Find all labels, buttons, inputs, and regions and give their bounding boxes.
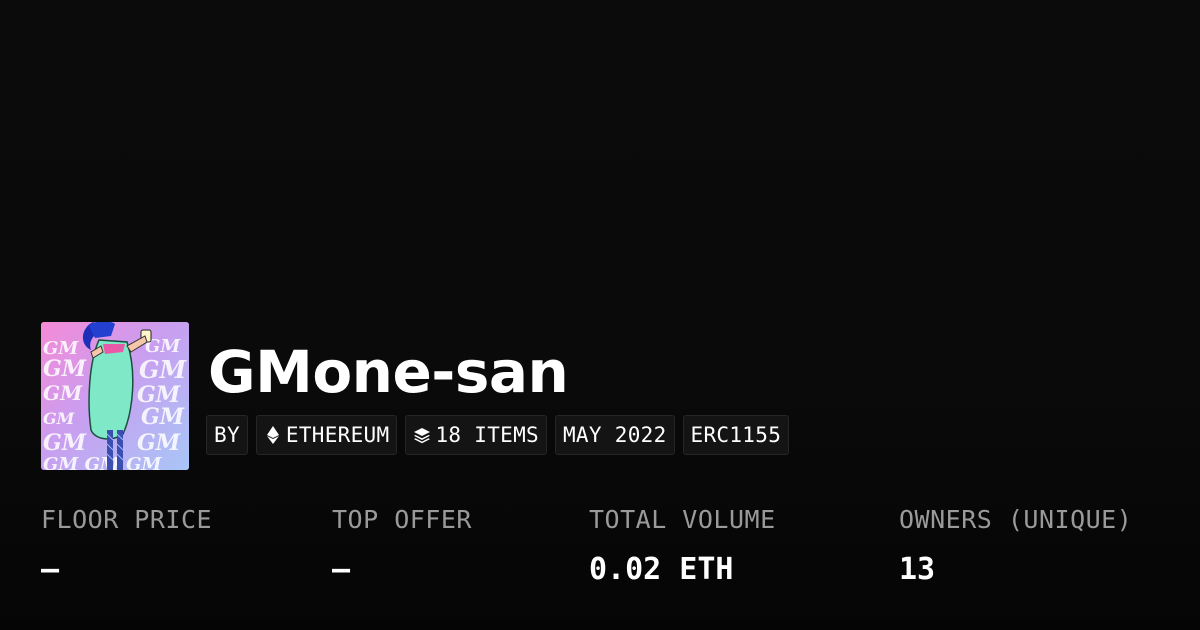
- created-date-pill: MAY 2022: [554, 415, 675, 455]
- stat-label: TOTAL VOLUME: [589, 505, 776, 534]
- stat-value: –: [332, 552, 351, 587]
- chain-label: ETHEREUM: [285, 423, 390, 447]
- svg-text:GM: GM: [43, 356, 87, 382]
- stat-label: FLOOR PRICE: [41, 505, 213, 534]
- ethereum-icon: [264, 426, 282, 444]
- items-pill[interactable]: 18 ITEMS: [405, 415, 547, 455]
- layers-icon: [413, 426, 431, 444]
- svg-text:GM: GM: [137, 430, 181, 456]
- token-standard-pill: ERC1155: [682, 415, 790, 455]
- stat-value: 13: [899, 552, 936, 587]
- chain-pill[interactable]: ETHEREUM: [255, 415, 398, 455]
- token-standard-label: ERC1155: [690, 423, 782, 447]
- stat-floor-price: FLOOR PRICE –: [41, 500, 212, 590]
- stat-total-volume: TOTAL VOLUME 0.02 ETH: [589, 500, 776, 590]
- stat-top-offer: TOP OFFER –: [332, 500, 472, 590]
- created-date-label: MAY 2022: [562, 423, 667, 447]
- svg-text:GM: GM: [141, 404, 185, 430]
- svg-text:GM: GM: [139, 355, 187, 384]
- collection-artwork-graphic: GM GM GM GM GM GM GM GM GM GM GM GM GM: [41, 322, 189, 470]
- collection-avatar: GM GM GM GM GM GM GM GM GM GM GM GM GM: [41, 322, 189, 470]
- svg-text:GM: GM: [43, 381, 83, 405]
- collection-stats: FLOOR PRICE – TOP OFFER – TOTAL VOLUME 0…: [41, 500, 1181, 610]
- svg-text:GM: GM: [43, 409, 76, 428]
- svg-text:GM GM GM: GM GM GM: [43, 454, 162, 470]
- stat-label: OWNERS (UNIQUE): [899, 505, 1133, 534]
- collection-title: GMone-san: [208, 338, 569, 406]
- stat-label: TOP OFFER: [332, 505, 472, 534]
- stat-value: 0.02 ETH: [589, 552, 734, 587]
- stat-owners: OWNERS (UNIQUE) 13: [899, 500, 1132, 590]
- collection-meta-row: BY ETHEREUM 18 ITEMS MAY 2022 ERC1155: [206, 415, 790, 455]
- by-label: BY: [214, 423, 240, 447]
- svg-text:GM: GM: [43, 430, 87, 456]
- stat-value: –: [41, 552, 60, 587]
- creator-pill[interactable]: BY: [206, 415, 248, 455]
- items-count-label: 18 ITEMS: [435, 423, 539, 447]
